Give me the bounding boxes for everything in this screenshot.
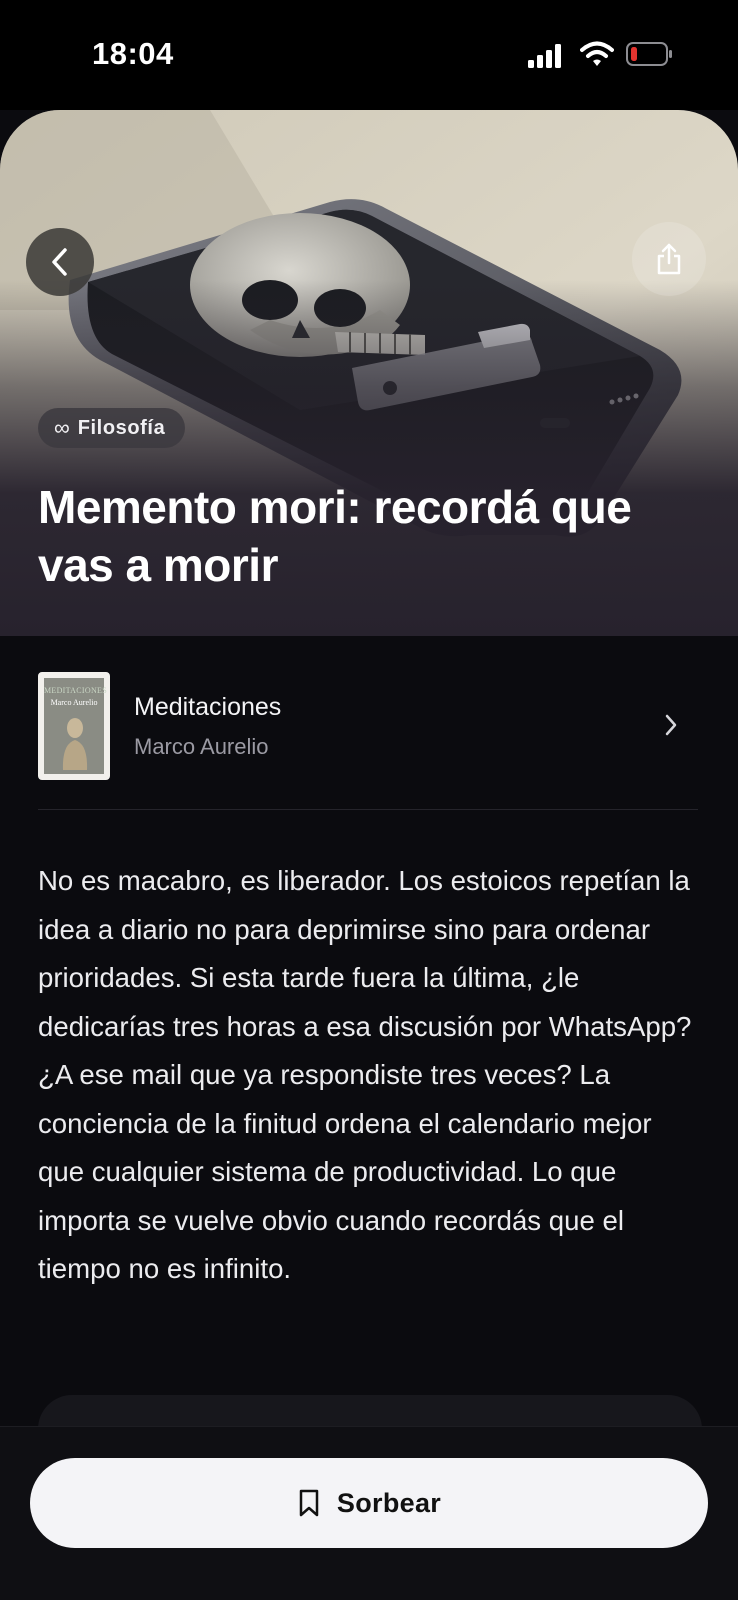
share-button[interactable] [632, 222, 706, 296]
sorbear-button[interactable]: Sorbear [30, 1458, 708, 1548]
book-cover: MEDITACIONES Marco Aurelio [38, 672, 110, 780]
book-author: Marco Aurelio [134, 733, 269, 759]
wifi-icon [580, 41, 614, 66]
divider [38, 809, 698, 810]
article-hero: ∞ Filosofía Memento mori: recordá que va… [0, 110, 738, 636]
chevron-left-icon [52, 248, 67, 276]
back-button[interactable] [26, 228, 94, 296]
status-bar: 18:04 [0, 0, 738, 110]
book-cover-title: MEDITACIONES [44, 686, 107, 695]
article-title: Memento mori: recordá que vas a morir [38, 481, 632, 591]
bust-illustration [62, 718, 88, 770]
battery-low-icon [626, 42, 672, 66]
sorbear-label: Sorbear [336, 1487, 442, 1518]
chevron-right-icon [665, 714, 677, 736]
status-time: 18:04 [92, 36, 174, 71]
book-row[interactable]: MEDITACIONES Marco Aurelio Meditaciones … [38, 672, 694, 780]
category-chip[interactable]: ∞ Filosofía [38, 408, 186, 448]
bookmark-icon [299, 1489, 319, 1517]
book-cover-author: Marco Aurelio [50, 698, 98, 707]
infinity-icon: ∞ [54, 415, 70, 440]
share-icon [657, 243, 681, 275]
signal-icon [528, 44, 561, 68]
article-body: No es macabro, es liberador. Los estoico… [38, 865, 692, 1284]
category-label: Filosofía [77, 416, 166, 439]
book-title: Meditaciones [134, 692, 282, 721]
